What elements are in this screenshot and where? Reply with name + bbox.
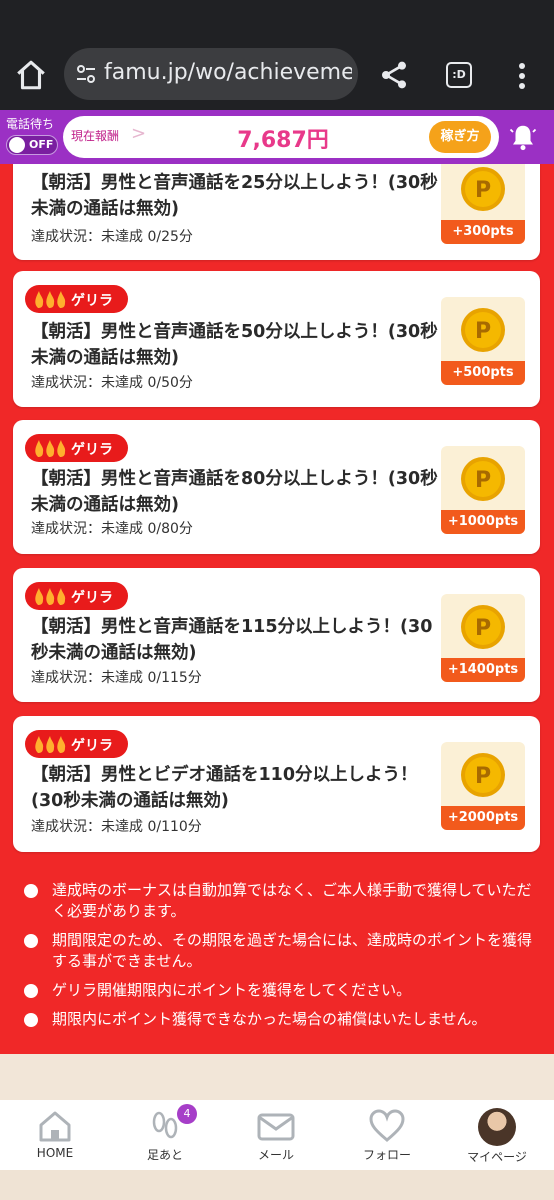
- guerrilla-badge-label: ゲリラ: [71, 738, 113, 754]
- avatar: [478, 1108, 516, 1146]
- app-header: 電話待ち OFF 現在報酬 > 7,687円 稼ぎ方: [0, 110, 554, 164]
- share-icon[interactable]: [378, 58, 410, 92]
- home-icon: [39, 1111, 71, 1142]
- bottom-navigation: HOME 4 足あと メール フォロー マイページ: [0, 1100, 554, 1170]
- achievement-card[interactable]: ゲリラ 【朝活】男性と音声通話を50分以上しよう！(30秒未満の通話は無効) 達…: [13, 271, 540, 407]
- notes-list: 達成時のボーナスは自動加算ではなく、ご本人様手動で獲得していただく必要があります…: [24, 880, 534, 1038]
- note-text: 期間限定のため、その期限を過ぎた場合には、達成時のポイントを獲得する事ができませ…: [52, 931, 533, 970]
- nav-mypage-label: マイページ: [467, 1150, 527, 1164]
- achievement-status: 達成状況：未達成 0/115分: [31, 670, 202, 686]
- guerrilla-badge: ゲリラ: [25, 730, 128, 758]
- bullet-icon: [24, 984, 38, 998]
- svg-text:P: P: [475, 468, 491, 493]
- point-coin-icon: P: [461, 753, 505, 797]
- achievement-status: 達成状況：未達成 0/25分: [31, 229, 193, 245]
- url-text[interactable]: famu.jp/wo/achievement/: [104, 60, 352, 85]
- achievement-title: 【朝活】男性と音声通話を50分以上しよう！(30秒未満の通話は無効): [31, 322, 438, 368]
- guerrilla-badge-label: ゲリラ: [71, 442, 113, 458]
- reward-tile: P +300pts: [441, 164, 525, 244]
- nav-footprints-label: 足あと: [146, 1148, 183, 1162]
- guerrilla-badge: ゲリラ: [25, 434, 128, 462]
- achievement-status: 達成状況：未達成 0/80分: [31, 521, 193, 537]
- achievement-status: 達成状況：未達成 0/50分: [31, 375, 193, 391]
- achievement-status: 達成状況：未達成 0/110分: [31, 819, 202, 835]
- nav-home[interactable]: HOME: [5, 1108, 105, 1160]
- bullet-icon: [24, 934, 38, 948]
- achievement-card[interactable]: 【朝活】男性と音声通話を25分以上しよう！(30秒未満の通話は無効) 達成状況：…: [13, 164, 540, 260]
- current-reward-box[interactable]: 現在報酬 > 7,687円 稼ぎ方: [63, 116, 499, 158]
- guerrilla-badge: ゲリラ: [25, 285, 128, 313]
- nav-mypage[interactable]: マイページ: [447, 1108, 547, 1165]
- mail-icon: [257, 1113, 295, 1141]
- guerrilla-badge-label: ゲリラ: [71, 590, 113, 606]
- note-text: 達成時のボーナスは自動加算ではなく、ご本人様手動で獲得していただく必要があります…: [52, 881, 532, 920]
- reward-tile: P +1400pts: [441, 594, 525, 682]
- flame-icon: [35, 440, 66, 457]
- point-coin-icon: P: [461, 457, 505, 501]
- note-item: 達成時のボーナスは自動加算ではなく、ご本人様手動で獲得していただく必要があります…: [24, 880, 534, 922]
- flame-icon: [35, 736, 66, 753]
- chevron-right-icon: >: [131, 123, 147, 144]
- reward-points: +1400pts: [441, 658, 525, 682]
- bullet-icon: [24, 884, 38, 898]
- achievement-title: 【朝活】男性と音声通話を115分以上しよう！(30秒未満の通話は無効): [31, 617, 433, 663]
- note-item: 期間限定のため、その期限を過ぎた場合には、達成時のポイントを獲得する事ができませ…: [24, 930, 534, 972]
- call-wait-label: 電話待ち: [6, 117, 55, 131]
- call-wait-toggle[interactable]: OFF: [6, 135, 58, 155]
- tab-switcher-button[interactable]: :D: [446, 62, 472, 88]
- more-menu-icon[interactable]: [510, 60, 534, 92]
- svg-text:P: P: [475, 319, 491, 344]
- current-reward-amount: 7,687円: [237, 128, 329, 153]
- svg-text:P: P: [475, 178, 491, 203]
- flame-icon: [35, 291, 66, 308]
- current-reward-label: 現在報酬: [71, 129, 120, 143]
- toggle-knob: [9, 137, 25, 153]
- nav-follow[interactable]: フォロー: [337, 1108, 437, 1163]
- note-item: 期限内にポイント獲得できなかった場合の補償はいたしません。: [24, 1009, 534, 1030]
- reward-tile: P +2000pts: [441, 742, 525, 830]
- home-icon[interactable]: [14, 58, 48, 92]
- how-to-earn-button[interactable]: 稼ぎ方: [429, 121, 491, 153]
- toggle-state-label: OFF: [29, 138, 54, 151]
- nav-mail-label: メール: [257, 1148, 294, 1162]
- notification-bell-icon[interactable]: [508, 122, 538, 152]
- point-coin-icon: P: [461, 167, 505, 211]
- flame-icon: [35, 588, 66, 605]
- achievement-title: 【朝活】男性とビデオ通話を110分以上しよう！(30秒未満の通話は無効): [31, 765, 418, 811]
- nav-home-label: HOME: [36, 1146, 74, 1160]
- achievement-card[interactable]: ゲリラ 【朝活】男性と音声通話を80分以上しよう！(30秒未満の通話は無効) 達…: [13, 420, 540, 554]
- svg-text:P: P: [475, 616, 491, 641]
- browser-toolbar: famu.jp/wo/achievement/ :D: [0, 0, 554, 110]
- footprints-count-badge: 4: [177, 1104, 197, 1124]
- achievement-card[interactable]: ゲリラ 【朝活】男性と音声通話を115分以上しよう！(30秒未満の通話は無効) …: [13, 568, 540, 702]
- point-coin-icon: P: [461, 308, 505, 352]
- reward-tile: P +500pts: [441, 297, 525, 385]
- reward-points: +2000pts: [441, 806, 525, 830]
- bullet-icon: [24, 1013, 38, 1027]
- achievement-card[interactable]: ゲリラ 【朝活】男性とビデオ通話を110分以上しよう！(30秒未満の通話は無効)…: [13, 716, 540, 852]
- reward-points: +1000pts: [441, 510, 525, 534]
- address-bar[interactable]: famu.jp/wo/achievement/: [64, 48, 358, 100]
- reward-points: +500pts: [441, 361, 525, 385]
- bottom-strip: [0, 1170, 554, 1200]
- reward-tile: P +1000pts: [441, 446, 525, 534]
- heart-icon: [369, 1109, 405, 1142]
- achievement-title: 【朝活】男性と音声通話を80分以上しよう！(30秒未満の通話は無効): [31, 469, 438, 515]
- nav-follow-label: フォロー: [362, 1148, 411, 1162]
- achievement-title: 【朝活】男性と音声通話を25分以上しよう！(30秒未満の通話は無効): [31, 173, 438, 219]
- note-item: ゲリラ開催期限内にポイントを獲得をしてください。: [24, 980, 534, 1001]
- guerrilla-badge-label: ゲリラ: [71, 293, 113, 309]
- site-settings-icon[interactable]: [74, 62, 98, 86]
- note-text: 期限内にポイント獲得できなかった場合の補償はいたしません。: [52, 1010, 487, 1028]
- note-text: ゲリラ開催期限内にポイントを獲得をしてください。: [52, 981, 412, 999]
- achievement-list: 【朝活】男性と音声通話を25分以上しよう！(30秒未満の通話は無効) 達成状況：…: [0, 164, 554, 1054]
- point-coin-icon: P: [461, 605, 505, 649]
- nav-mail[interactable]: メール: [226, 1108, 326, 1163]
- reward-points: +300pts: [441, 220, 525, 244]
- guerrilla-badge: ゲリラ: [25, 582, 128, 610]
- svg-text:P: P: [475, 764, 491, 789]
- nav-footprints[interactable]: 4 足あと: [115, 1104, 215, 1163]
